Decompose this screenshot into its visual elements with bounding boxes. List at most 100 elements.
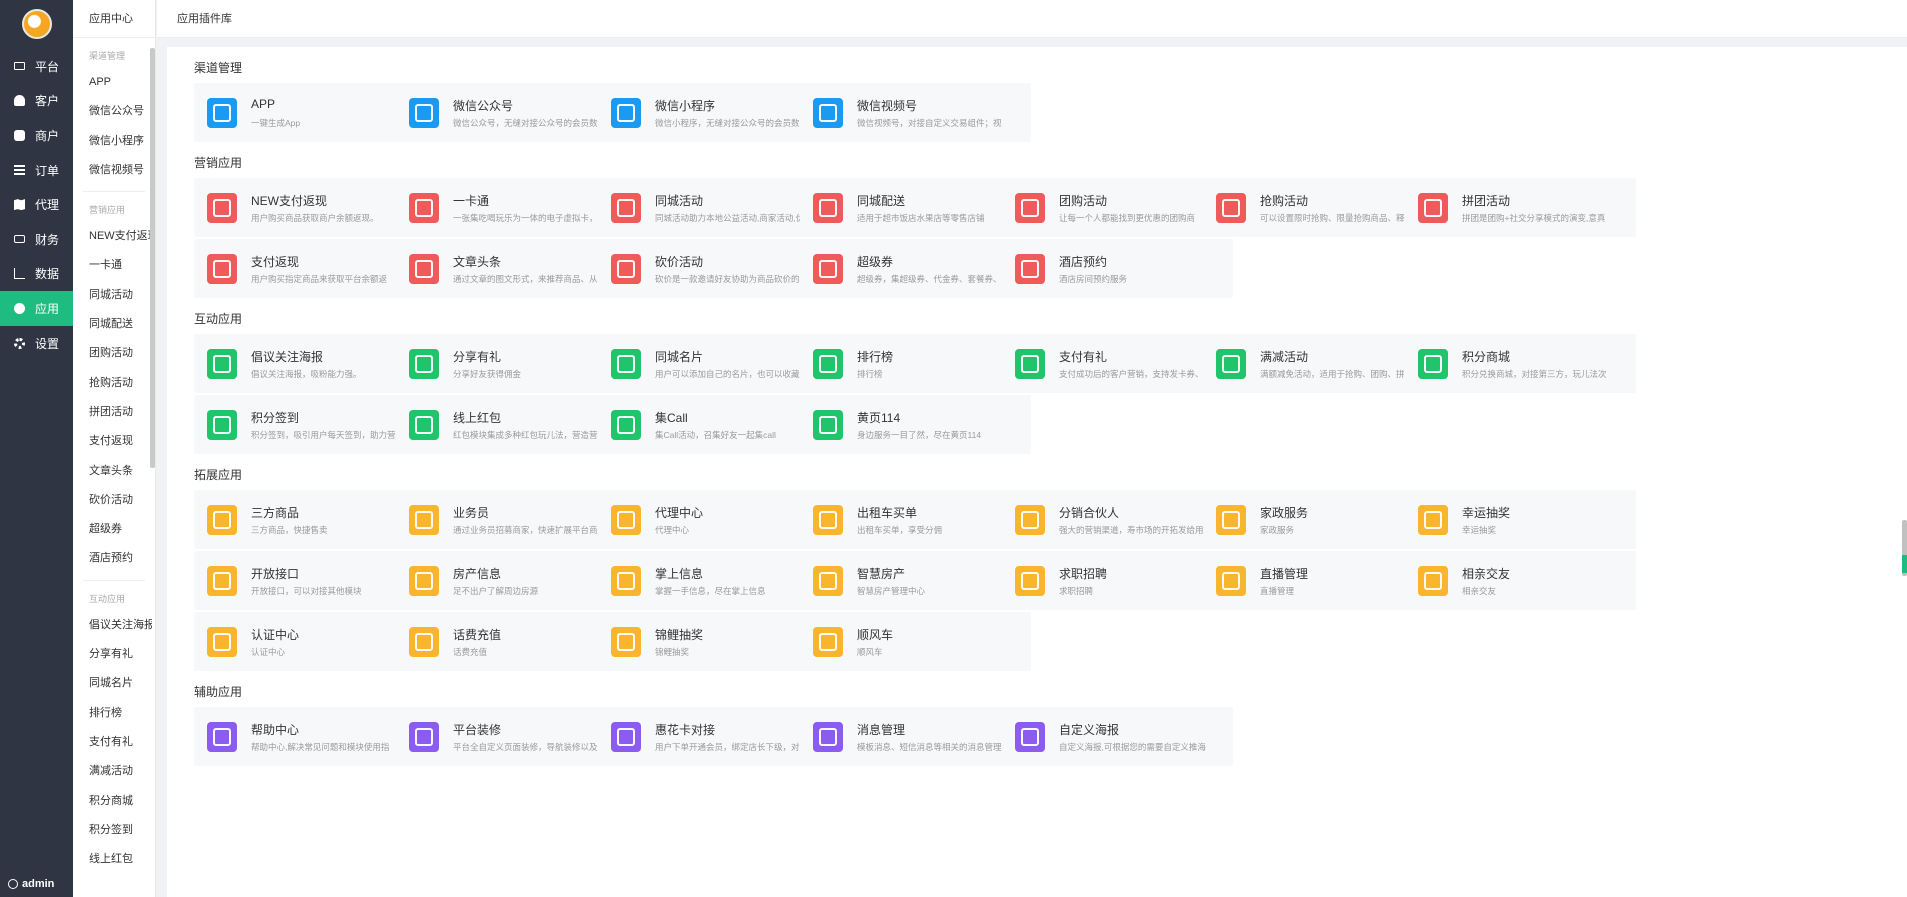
sub-item[interactable]: 一卡通 (73, 251, 152, 280)
app-card[interactable]: 同城配送 适用于超市饭店水果店等零售店铺 (800, 178, 1031, 237)
sub-item[interactable]: 砍价活动 (73, 486, 152, 515)
app-card[interactable]: 一卡通 一张集吃喝玩乐为一体的电子虚拟卡， (396, 178, 627, 237)
sub-item[interactable]: 支付有礼 (73, 728, 152, 757)
sub-item[interactable]: NEW支付返现 (73, 222, 152, 251)
app-card[interactable]: APP 一键生成App (194, 83, 425, 142)
app-card-desc: 支付成功后的客户营销，支持发卡券、 (1059, 369, 1204, 379)
app-card[interactable]: 同城活动 同城活动助力本地公益活动,商家活动,优 (598, 178, 829, 237)
app-card[interactable]: 拼团活动 拼团是团购+社交分享模式的演变,意真 (1405, 178, 1636, 237)
app-card[interactable]: 团购活动 让每一个人都能找到更优惠的团购商 (1002, 178, 1233, 237)
nav-item-0[interactable]: 平台 (0, 49, 73, 84)
app-card-desc: 微信公众号，无缝对接公众号的会员数 (453, 118, 598, 128)
app-card[interactable]: 惠花卡对接 用户下单开通会员，绑定店长下级，对 (598, 707, 829, 766)
app-card[interactable]: 业务员 通过业务员招募商家，快速扩展平台商 (396, 490, 627, 549)
sub-item[interactable]: 同城配送 (73, 310, 152, 339)
sub-item[interactable]: 酒店预约 (73, 544, 152, 573)
app-card[interactable]: 出租车买单 出租车买单，享受分佣 (800, 490, 1031, 549)
app-card[interactable]: 三方商品 三方商品，快捷售卖 (194, 490, 425, 549)
app-card[interactable]: 房产信息 足不出户了解周边房源 (396, 551, 627, 610)
app-card[interactable]: 满减活动 满额减免活动，适用于抢购、团购、拼 (1203, 334, 1434, 393)
nav-item-6[interactable]: 数据 (0, 257, 73, 292)
sub-item[interactable]: 满减活动 (73, 757, 152, 786)
sub-item[interactable]: 分享有礼 (73, 640, 152, 669)
app-card-title: 自定义海报 (1059, 723, 1120, 737)
app-card[interactable]: 自定义海报 自定义海报,可根据您的需要自定义推海 (1002, 707, 1233, 766)
app-card-desc: 求职招聘 (1059, 586, 1094, 596)
app-card-desc: 排行榜 (857, 369, 883, 379)
app-card[interactable]: 代理中心 代理中心 (598, 490, 829, 549)
app-card[interactable]: 分享有礼 分享好友获得佣金 (396, 334, 627, 393)
api-icon (207, 566, 237, 596)
app-card[interactable]: 黄页114 身边服务一目了然，尽在黄页114 (800, 395, 1031, 454)
sub-item[interactable]: APP (73, 68, 152, 97)
nav-item-7[interactable]: 应用 (0, 291, 73, 326)
app-card[interactable]: 支付返现 用户购买指定商品来获取平台余额返 (194, 239, 425, 298)
app-card[interactable]: 分销合伙人 强大的营销渠道，寿市场的开拓发给用 (1002, 490, 1233, 549)
app-card[interactable]: 相亲交友 相亲交友 (1405, 551, 1636, 610)
nav-item-5[interactable]: 财务 (0, 222, 73, 257)
nav-item-4[interactable]: 代理 (0, 187, 73, 222)
app-card[interactable]: 砍价活动 砍价是一款邀请好友协助为商品砍价的 (598, 239, 829, 298)
user-profile[interactable]: admin (0, 873, 73, 895)
app-card[interactable]: 顺风车 顺风车 (800, 612, 1031, 671)
app-card[interactable]: 排行榜 排行榜 (800, 334, 1031, 393)
app-card[interactable]: 积分商城 积分兑换商城，对接第三方，玩儿法次 (1405, 334, 1636, 393)
sub-item[interactable]: 同城名片 (73, 669, 152, 698)
app-card[interactable]: 酒店预约 酒店房间预约服务 (1002, 239, 1233, 298)
app-card-title: 家政服务 (1260, 506, 1309, 520)
app-card-desc: 适用于超市饭店水果店等零售店铺 (857, 213, 985, 223)
app-card[interactable]: 超级券 超级券，集超级券、代金券、套餐券、 (800, 239, 1031, 298)
app-card[interactable]: 同城名片 用户可以添加自己的名片，也可以收藏 (598, 334, 829, 393)
app-card-title: 平台装修 (453, 723, 502, 737)
app-card[interactable]: NEW支付返现 用户购买商品获取商户余额返现。 (194, 178, 425, 237)
sub-item[interactable]: 积分签到 (73, 816, 152, 845)
app-card[interactable]: 微信小程序 微信小程序，无缝对接公众号的会员数 (598, 83, 829, 142)
sub-item[interactable]: 排行榜 (73, 699, 152, 728)
sub-item[interactable]: 同城活动 (73, 281, 152, 310)
sub-item[interactable]: 微信视频号 (73, 156, 152, 185)
app-card[interactable]: 微信视频号 微信视频号，对接自定义交易组件；视 (800, 83, 1031, 142)
app-card[interactable]: 倡议关注海报 倡议关注海报，吸粉能力强。 (194, 334, 425, 393)
app-card[interactable]: 积分签到 积分签到，吸引用户每天签到，助力营 (194, 395, 425, 454)
sub-item[interactable]: 线上红包 (73, 845, 152, 874)
sub-sidebar-scrollbar[interactable] (150, 48, 155, 468)
app-card[interactable]: 锦鲤抽奖 锦鲤抽奖 (598, 612, 829, 671)
app-card[interactable]: 掌上信息 掌握一手信息，尽在掌上信息 (598, 551, 829, 610)
app-card[interactable]: 直播管理 直播管理 (1203, 551, 1434, 610)
nav-item-8[interactable]: 设置 (0, 326, 73, 361)
sub-item[interactable]: 文章头条 (73, 457, 152, 486)
app-card[interactable]: 认证中心 认证中心 (194, 612, 425, 671)
sub-item[interactable]: 微信公众号 (73, 97, 152, 126)
app-card[interactable]: 文章头条 通过文章的图文形式，来推荐商品、从 (396, 239, 627, 298)
app-card[interactable]: 微信公众号 微信公众号，无缝对接公众号的会员数 (396, 83, 627, 142)
app-card[interactable]: 求职招聘 求职招聘 (1002, 551, 1233, 610)
sub-item[interactable]: 微信小程序 (73, 127, 152, 156)
app-card[interactable]: 家政服务 家政服务 (1203, 490, 1434, 549)
lottery-icon (1418, 505, 1448, 535)
sub-item[interactable]: 积分商城 (73, 787, 152, 816)
sub-item[interactable]: 倡议关注海报 (73, 611, 152, 640)
sub-item[interactable]: 拼团活动 (73, 398, 152, 427)
app-card[interactable]: 幸运抽奖 幸运抽奖 (1405, 490, 1636, 549)
app-card[interactable]: 帮助中心 帮助中心,解决常见问题和模块使用指 (194, 707, 425, 766)
nav-item-3[interactable]: 订单 (0, 153, 73, 188)
nav-item-1[interactable]: 客户 (0, 84, 73, 119)
section-title: 营销应用 (194, 156, 243, 170)
sub-item[interactable]: 支付返现 (73, 427, 152, 456)
live-icon (1216, 566, 1246, 596)
app-card[interactable]: 平台装修 平台全自定义页面装修，导航装修以及 (396, 707, 627, 766)
nav-item-2[interactable]: 商户 (0, 118, 73, 153)
app-card[interactable]: 集Call 集Call活动，召集好友一起集call (598, 395, 829, 454)
app-card[interactable]: 消息管理 模板消息、短信消息等相关的消息管理 (800, 707, 1031, 766)
app-card[interactable]: 智慧房产 智慧房产管理中心 (800, 551, 1031, 610)
app-card[interactable]: 线上红包 红包模块集成多种红包玩儿法，营造营 (396, 395, 627, 454)
sub-item[interactable]: 超级券 (73, 515, 152, 544)
app-card[interactable]: 支付有礼 支付成功后的客户营销，支持发卡券、 (1002, 334, 1233, 393)
app-card[interactable]: 话费充值 话费充值 (396, 612, 627, 671)
app-card[interactable]: 开放接口 开放接口，可以对接其他模块 (194, 551, 425, 610)
sub-item[interactable]: 抢购活动 (73, 369, 152, 398)
app-card-desc: 强大的营销渠道，寿市场的开拓发给用 (1059, 525, 1204, 535)
app-card-title: 智慧房产 (857, 567, 906, 581)
sub-item[interactable]: 团购活动 (73, 339, 152, 368)
app-card[interactable]: 抢购活动 可以设置限时抢购、限量抢购商品、释 (1203, 178, 1434, 237)
